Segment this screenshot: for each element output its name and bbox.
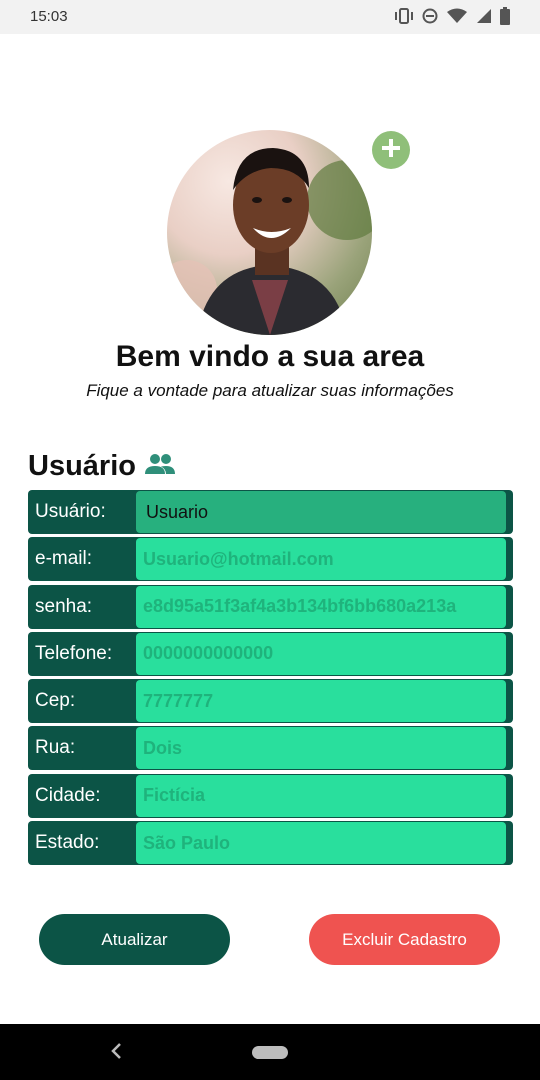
field-label: Usuário: [35, 501, 106, 522]
field-label: Cidade: [35, 784, 101, 806]
city-input[interactable] [136, 774, 506, 817]
form-row-cidade: Cidade: [28, 773, 513, 818]
street-input[interactable] [136, 727, 506, 770]
wifi-icon [446, 8, 468, 29]
section-title: Usuário [28, 450, 136, 482]
welcome-subtitle: Fique a vontade para atualizar suas info… [86, 381, 454, 400]
update-button[interactable]: Atualizar [39, 914, 230, 965]
field-container [136, 680, 506, 723]
profile-photo-wrap [167, 130, 372, 335]
status-bar: 15:03 [0, 0, 540, 34]
state-input[interactable] [136, 822, 506, 865]
field-label: Cep: [35, 690, 76, 712]
field-container [136, 491, 506, 533]
field-container [136, 727, 506, 770]
password-input[interactable] [136, 585, 506, 628]
add-photo-button[interactable] [372, 131, 410, 169]
form-row-senha: senha: [28, 584, 513, 629]
avatar[interactable] [167, 130, 372, 335]
navigation-bar [0, 1024, 540, 1080]
back-icon[interactable] [110, 1040, 124, 1066]
battery-icon [500, 7, 510, 30]
signal-icon [476, 8, 492, 29]
field-label: Rua: [35, 737, 76, 759]
field-container [136, 585, 506, 628]
cep-input[interactable] [136, 680, 506, 723]
people-icon [144, 453, 176, 480]
home-pill-icon[interactable] [252, 1046, 288, 1059]
form-row-usuario: Usuário: [28, 490, 513, 534]
form-row-cep: Cep: [28, 679, 513, 724]
welcome-title: Bem vindo a sua area [115, 340, 425, 373]
usuario-input[interactable] [136, 491, 506, 533]
section-header: Usuário [28, 450, 176, 483]
user-form: Usuário: e-mail: senha: Telefone: Cep: R… [28, 490, 513, 868]
field-container [136, 774, 506, 817]
field-container [136, 632, 506, 675]
form-row-rua: Rua: [28, 726, 513, 771]
form-row-email: e-mail: [28, 537, 513, 582]
field-container [136, 538, 506, 581]
vibrate-icon [394, 8, 414, 29]
plus-icon [379, 136, 403, 165]
delete-account-button[interactable]: Excluir Cadastro [309, 914, 500, 965]
form-row-estado: Estado: [28, 821, 513, 866]
status-time: 15:03 [30, 8, 68, 25]
phone-input[interactable] [136, 632, 506, 675]
field-label: e-mail: [35, 548, 93, 570]
field-container [136, 822, 506, 865]
field-label: Telefone: [35, 642, 113, 664]
email-input[interactable] [136, 538, 506, 581]
status-icons [394, 7, 510, 30]
form-row-telefone: Telefone: [28, 631, 513, 676]
dnd-icon [422, 8, 438, 29]
field-label: senha: [35, 595, 93, 617]
field-label: Estado: [35, 832, 100, 854]
